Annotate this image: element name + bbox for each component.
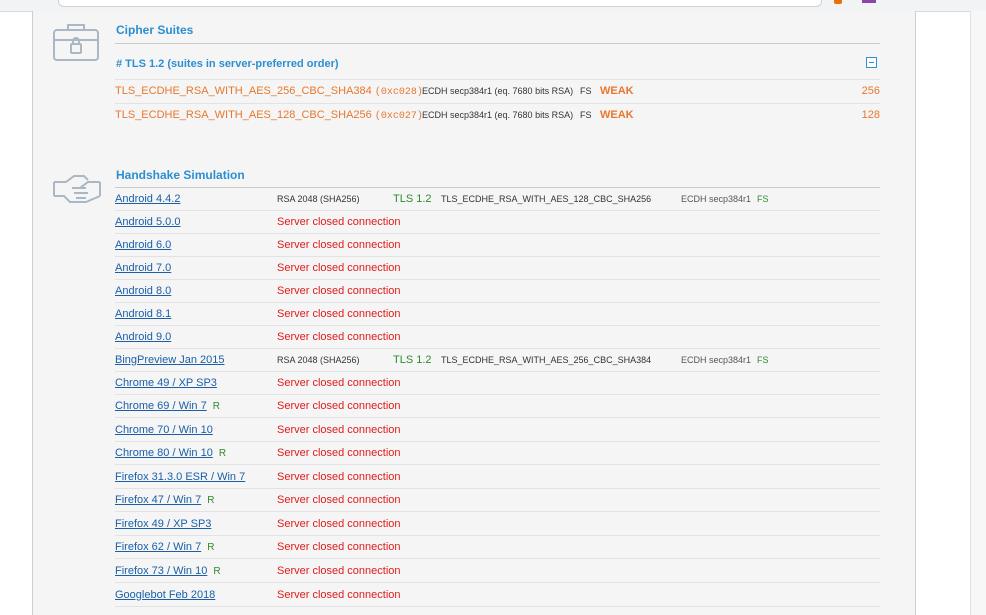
reference-browser-flag: R	[218, 448, 227, 459]
weak-badge: WEAK	[600, 85, 634, 97]
key-exchange: ECDH secp384r1	[681, 194, 752, 204]
cipher-suite-row: TLS_ECDHE_RSA_WITH_AES_256_CBC_SHA384 (0…	[115, 79, 880, 103]
handshake-row: Chrome 80 / Win 10 R Server closed connect…	[115, 442, 880, 465]
suite-bits: 128	[861, 109, 880, 121]
suite-name: TLS_ECDHE_RSA_WITH_AES_256_CBC_SHA384 (0…	[115, 85, 423, 98]
cipher-suites-title: Cipher Suites	[116, 23, 194, 37]
client-link[interactable]: Chrome 49 / XP SP3	[115, 372, 217, 395]
connection-status: Server closed connection	[277, 447, 401, 459]
client-link[interactable]: Android 5.0.0	[115, 211, 180, 234]
protocol-version: TLS 1.2	[393, 354, 432, 366]
handshake-row: Firefox 47 / Win 7 R Server closed connect…	[115, 489, 880, 512]
handshake-row: Firefox 62 / Win 7 R Server closed connect…	[115, 536, 880, 559]
negotiated-suite: TLS_ECDHE_RSA_WITH_AES_256_CBC_SHA384	[441, 355, 652, 365]
extension-icon[interactable]	[834, 0, 842, 4]
reference-browser-flag: R	[212, 401, 220, 412]
client-link[interactable]: Chrome 80 / Win 10 R	[115, 442, 226, 465]
client-link[interactable]: BingPreview Jan 2015	[115, 349, 224, 372]
suite-fs: FS	[580, 110, 592, 120]
handshake-row: Android 6.0 Server closed connection	[115, 234, 880, 257]
weak-badge: WEAK	[600, 109, 634, 121]
certificate-info: RSA 2048 (SHA256)	[277, 355, 360, 365]
connection-status: Server closed connection	[277, 565, 401, 577]
client-link[interactable]: Googlebot Feb 2018	[115, 584, 215, 607]
connection-status: Server closed connection	[277, 262, 401, 274]
connection-status: Server closed connection	[277, 541, 401, 553]
negotiated-suite: TLS_ECDHE_RSA_WITH_AES_128_CBC_SHA256	[441, 194, 652, 204]
address-bar[interactable]	[58, 0, 822, 7]
handshake-row: Chrome 49 / XP SP3 Server closed connecti…	[115, 372, 880, 395]
key-exchange: ECDH secp384r1	[681, 355, 752, 365]
client-link[interactable]: Android 9.0	[115, 326, 171, 349]
connection-status: Server closed connection	[277, 331, 401, 343]
handshake-row: Googlebot Feb 2018 Server closed connecti…	[115, 584, 880, 607]
handshake-row: BingPreview Jan 2015 RSA 2048 (SHA256) TLS…	[115, 349, 880, 372]
connection-status: Server closed connection	[277, 239, 401, 251]
forward-secrecy-flag: FS	[757, 355, 769, 365]
forward-secrecy-flag: FS	[757, 194, 769, 204]
suite-key-exchange: ECDH secp384r1 (eq. 7680 bits RSA)	[422, 110, 574, 120]
client-link[interactable]: Android 8.1	[115, 303, 171, 326]
client-link[interactable]: Android 8.0	[115, 280, 171, 303]
connection-status: Server closed connection	[277, 216, 401, 228]
handshake-row: Firefox 73 / Win 10 R Server closed connec…	[115, 560, 880, 583]
divider	[115, 43, 880, 44]
handshake-row: Android 8.1 Server closed connection	[115, 303, 880, 326]
client-link[interactable]: Chrome 69 / Win 7R	[115, 395, 220, 418]
client-link[interactable]: Android 6.0	[115, 234, 171, 257]
handshake-row: Android 7.0 Server closed connection	[115, 257, 880, 280]
handshake-row: Android 4.4.2 RSA 2048 (SHA256) TLS 1.2 TLS…	[115, 188, 880, 211]
connection-status: Server closed connection	[277, 471, 401, 483]
reference-browser-flag: R	[207, 542, 215, 553]
suite-key-exchange: ECDH secp384r1 (eq. 7680 bits RSA)	[422, 86, 574, 96]
connection-status: Server closed connection	[277, 518, 401, 530]
connection-status: Server closed connection	[277, 424, 401, 436]
scrollbar[interactable]	[970, 11, 986, 615]
handshake-row: Android 9.0 Server closed connection	[115, 326, 880, 349]
handshake-row: Firefox 31.3.0 ESR / Win 7 Server closed …	[115, 466, 880, 489]
connection-status: Server closed connection	[277, 285, 401, 297]
client-link[interactable]: Firefox 49 / XP SP3	[115, 513, 211, 536]
handshake-row: Firefox 49 / XP SP3 Server closed connect…	[115, 513, 880, 536]
connection-status: Server closed connection	[277, 308, 401, 320]
client-link[interactable]: Firefox 73 / Win 10 R	[115, 560, 221, 583]
reference-browser-flag: R	[213, 566, 221, 577]
tls12-subheading[interactable]: # TLS 1.2 (suites in server-preferred or…	[116, 58, 339, 70]
handshake-row: Android 5.0.0 Server closed connection	[115, 211, 880, 234]
handshake-icon	[53, 175, 101, 203]
profile-icon[interactable]	[862, 0, 876, 3]
handshake-row: Android 8.0 Server closed connection	[115, 280, 880, 303]
client-link[interactable]: Android 4.4.2	[115, 188, 180, 211]
briefcase-lock-icon	[53, 24, 99, 61]
client-link[interactable]: Chrome 70 / Win 10	[115, 419, 213, 442]
handshake-row: Chrome 70 / Win 10 Server closed connecti…	[115, 419, 880, 442]
reference-browser-flag: R	[207, 495, 215, 506]
cipher-suite-row: TLS_ECDHE_RSA_WITH_AES_128_CBC_SHA256 (0…	[115, 103, 880, 127]
handshake-row: Chrome 69 / Win 7 R Server closed connecti…	[115, 395, 880, 418]
client-link[interactable]: Firefox 31.3.0 ESR / Win 7	[115, 466, 245, 489]
suite-name: TLS_ECDHE_RSA_WITH_AES_128_CBC_SHA256 (0…	[115, 109, 423, 122]
collapse-button[interactable]	[866, 57, 877, 68]
connection-status: Server closed connection	[277, 494, 401, 506]
suite-bits: 256	[861, 85, 880, 97]
handshake-simulation-title: Handshake Simulation	[116, 168, 245, 182]
connection-status: Server closed connection	[277, 589, 401, 601]
protocol-version: TLS 1.2	[393, 193, 432, 205]
client-link[interactable]: Android 7.0	[115, 257, 171, 280]
suite-fs: FS	[580, 86, 592, 96]
client-link[interactable]: Firefox 62 / Win 7R	[115, 536, 214, 559]
certificate-info: RSA 2048 (SHA256)	[277, 194, 360, 204]
connection-status: Server closed connection	[277, 400, 401, 412]
connection-status: Server closed connection	[277, 377, 401, 389]
client-link[interactable]: Firefox 47 / Win 7R	[115, 489, 214, 512]
